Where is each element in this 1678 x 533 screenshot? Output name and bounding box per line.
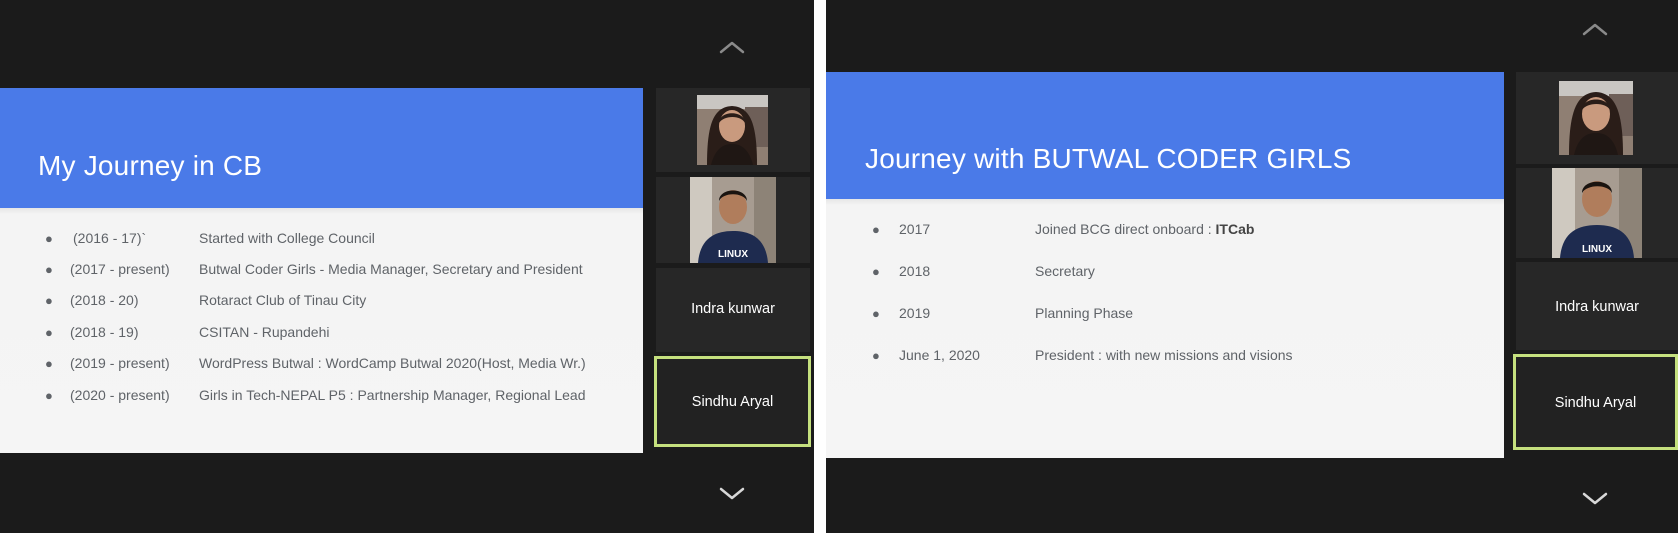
list-item-text: Secretary [1035, 263, 1095, 279]
list-item: ● 2018 Secretary [826, 261, 1504, 285]
list-item-text: Rotaract Club of Tinau City [199, 292, 367, 308]
participant-name: Sindhu Aryal [1554, 395, 1637, 411]
participant-tile-video[interactable]: LINUX [1516, 168, 1678, 258]
slide-body: ● (2016 - 17)` Started with College Coun… [0, 208, 643, 453]
shared-slide: Journey with BUTWAL CODER GIRLS ● 2017 J… [826, 72, 1504, 458]
list-item-bold-text: ITCab [1215, 221, 1255, 237]
participant-photo: LINUX [1552, 168, 1642, 258]
list-item: ● (2016 - 17)` Started with College Coun… [0, 228, 643, 252]
chevron-down-icon[interactable] [1578, 488, 1612, 508]
chevron-up-icon[interactable] [1578, 20, 1612, 40]
slide-title: My Journey in CB [38, 150, 263, 181]
participant-tile[interactable]: Indra kunwar [1516, 262, 1678, 350]
list-item-year: 2017 [899, 221, 931, 237]
list-item-text: CSITAN - Rupandehi [199, 324, 330, 340]
bullet: ● [872, 306, 880, 321]
slide-title: Journey with BUTWAL CODER GIRLS [865, 143, 1352, 174]
participant-name: Sindhu Aryal [691, 394, 774, 410]
list-item: ● (2020 - present) Girls in Tech-NEPAL P… [0, 385, 643, 409]
participant-photo: LINUX [690, 177, 776, 263]
list-item: ● 2017 Joined BCG direct onboard : ITCab [826, 219, 1504, 243]
participant-tile[interactable]: Indra kunwar [656, 268, 810, 352]
bullet: ● [872, 222, 880, 237]
list-item-text: WordPress Butwal : WordCamp Butwal 2020(… [199, 355, 586, 371]
meeting-screen-left: My Journey in CB ● (2016 - 17)` Started … [0, 0, 814, 533]
participant-name: Indra kunwar [691, 301, 775, 317]
participant-name: Indra kunwar [1555, 299, 1639, 315]
list-item-text: Planning Phase [1035, 305, 1134, 321]
bullet: ● [45, 293, 53, 308]
list-item-year: 2018 [899, 263, 931, 279]
bullet: ● [45, 325, 53, 340]
slide-title-banner [826, 72, 1504, 199]
list-item-text: President : with new missions and vision… [1035, 347, 1293, 363]
list-item: ● (2019 - present) WordPress Butwal : Wo… [0, 353, 643, 377]
participant-tile-video[interactable] [1516, 72, 1678, 164]
bullet: ● [45, 356, 53, 371]
list-item-text: Butwal Coder Girls - Media Manager, Secr… [199, 261, 583, 277]
participant-photo [697, 95, 768, 165]
list-item-year: (2017 - present) [70, 261, 170, 277]
list-item-year: (2020 - present) [70, 387, 170, 403]
slide-title-banner [0, 88, 643, 208]
list-item-text: Girls in Tech-NEPAL P5 : Partnership Man… [199, 387, 586, 403]
list-item: ● (2018 - 19) CSITAN - Rupandehi [0, 322, 643, 346]
list-item-year: (2018 - 20) [70, 292, 139, 308]
list-item-year: (2019 - present) [70, 355, 170, 371]
chevron-down-icon[interactable] [715, 483, 749, 503]
list-item-year: (2018 - 19) [70, 324, 139, 340]
shirt-print: LINUX [718, 249, 748, 260]
list-item: ● 2019 Planning Phase [826, 303, 1504, 327]
shirt-print: LINUX [1582, 244, 1612, 255]
participant-tile-active-speaker[interactable]: Sindhu Aryal [1513, 354, 1678, 450]
bullet: ● [872, 348, 880, 363]
list-item-year: June 1, 2020 [899, 347, 980, 363]
participant-tile-video[interactable]: LINUX [656, 177, 810, 263]
list-item: ● (2017 - present) Butwal Coder Girls - … [0, 259, 643, 283]
list-item-year: 2019 [899, 305, 931, 321]
list-item: ● June 1, 2020 President : with new miss… [826, 345, 1504, 369]
meeting-screen-right: Journey with BUTWAL CODER GIRLS ● 2017 J… [826, 0, 1678, 533]
participant-tile-video[interactable] [656, 88, 810, 172]
chevron-up-icon[interactable] [715, 38, 749, 58]
list-item: ● (2018 - 20) Rotaract Club of Tinau Cit… [0, 290, 643, 314]
bullet: ● [45, 231, 53, 246]
participant-photo [1559, 81, 1633, 155]
bullet: ● [872, 264, 880, 279]
list-item-year: (2016 - 17)` [73, 230, 147, 246]
participant-tile-active-speaker[interactable]: Sindhu Aryal [654, 356, 811, 447]
bullet: ● [45, 262, 53, 277]
shared-slide: My Journey in CB ● (2016 - 17)` Started … [0, 88, 643, 453]
list-item-text: Joined BCG direct onboard : ITCab [1035, 221, 1255, 237]
list-item-text: Started with College Council [199, 230, 375, 246]
slide-body: ● 2017 Joined BCG direct onboard : ITCab… [826, 199, 1504, 458]
bullet: ● [45, 388, 53, 403]
